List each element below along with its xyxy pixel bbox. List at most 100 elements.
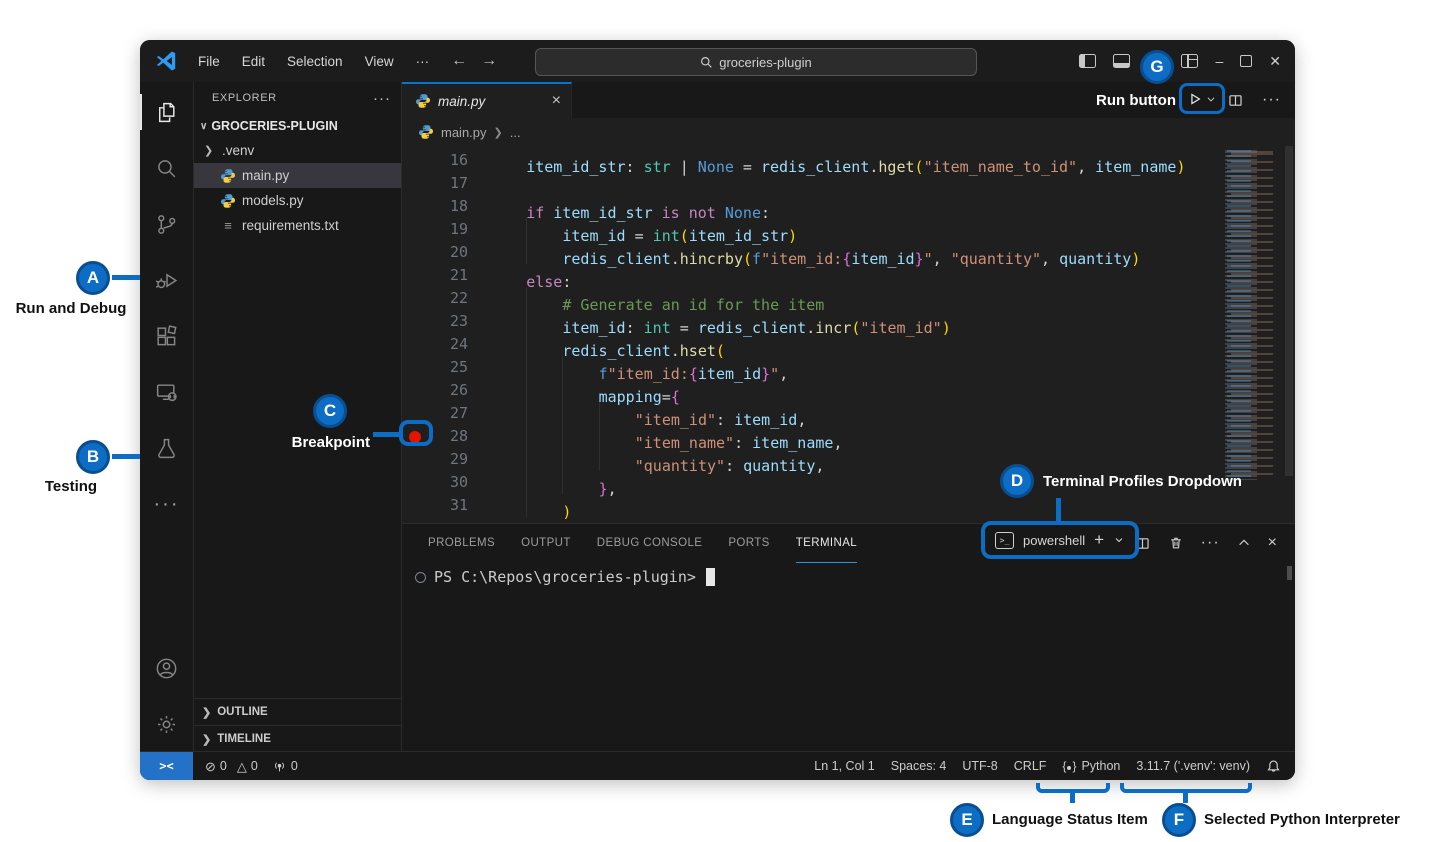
status-ln-1-col-1[interactable]: Ln 1, Col 1 xyxy=(814,759,874,773)
activity-accounts-icon[interactable] xyxy=(140,640,193,696)
activity-testing-icon[interactable] xyxy=(140,420,193,476)
explorer-more-actions-icon[interactable]: ··· xyxy=(373,90,391,107)
code-editor[interactable]: 16item_id_str: str | None = redis_client… xyxy=(402,146,1295,523)
minimap[interactable] xyxy=(1221,146,1283,523)
glyph-margin[interactable] xyxy=(402,333,428,356)
terminal[interactable]: PS C:\Repos\groceries-plugin> xyxy=(415,568,715,586)
run-button[interactable] xyxy=(1179,83,1225,114)
command-center-search[interactable]: groceries-plugin xyxy=(535,48,977,76)
line-number: 30 xyxy=(428,471,468,494)
glyph-margin[interactable] xyxy=(402,448,428,471)
glyph-margin[interactable] xyxy=(402,172,428,195)
activity-additional-views-icon[interactable]: ··· xyxy=(140,476,193,532)
activity-source-control-icon[interactable] xyxy=(140,196,193,252)
menu-file[interactable]: File xyxy=(190,51,228,72)
line-content: if item_id_str is not None: xyxy=(468,195,770,218)
panel-tab-terminal[interactable]: TERMINAL xyxy=(796,524,857,563)
problems-status[interactable]: ⊘ 0 △ 0 xyxy=(205,759,258,773)
terminal-scrollbar[interactable] xyxy=(1287,566,1292,580)
code-line-27[interactable]: 27"item_id": item_id, xyxy=(402,402,1221,425)
panel-tab-debug-console[interactable]: DEBUG CONSOLE xyxy=(597,524,703,563)
split-editor-icon[interactable] xyxy=(1227,92,1244,109)
activity-remote-explorer-icon[interactable] xyxy=(140,364,193,420)
code-line-22[interactable]: 22# Generate an id for the item xyxy=(402,287,1221,310)
editor-more-actions-icon[interactable]: ··· xyxy=(1262,91,1281,109)
file-requirements-txt[interactable]: ≡requirements.txt xyxy=(194,213,401,238)
code-line-18[interactable]: 18if item_id_str is not None: xyxy=(402,195,1221,218)
glyph-margin[interactable] xyxy=(402,379,428,402)
section-timeline[interactable]: ❯TIMELINE xyxy=(194,725,401,752)
menu-selection[interactable]: Selection xyxy=(279,51,351,72)
activity-manage-icon[interactable] xyxy=(140,696,193,752)
profiles-chevron-down-icon[interactable] xyxy=(1113,534,1125,546)
glyph-margin[interactable] xyxy=(402,287,428,310)
glyph-margin[interactable] xyxy=(402,195,428,218)
glyph-margin[interactable] xyxy=(402,471,428,494)
status-crlf[interactable]: CRLF xyxy=(1014,759,1047,773)
tab-label: main.py xyxy=(438,94,485,109)
code-line-31[interactable]: 31) xyxy=(402,494,1221,517)
close-panel-icon[interactable]: × xyxy=(1268,534,1277,552)
menu-view[interactable]: View xyxy=(357,51,402,72)
workspace-root-folder[interactable]: ∨ GROCERIES-PLUGIN xyxy=(194,114,401,138)
kill-terminal-trash-icon[interactable] xyxy=(1168,535,1184,551)
run-chevron-down-icon[interactable] xyxy=(1206,94,1216,104)
editor-scrollbar[interactable] xyxy=(1283,146,1295,523)
back-arrow-icon[interactable]: ← xyxy=(451,52,467,70)
code-line-26[interactable]: 26mapping={ xyxy=(402,379,1221,402)
remote-indicator[interactable]: >< xyxy=(140,752,193,780)
glyph-margin[interactable] xyxy=(402,264,428,287)
new-terminal-plus-icon[interactable]: + xyxy=(1094,530,1104,550)
status-spaces-4[interactable]: Spaces: 4 xyxy=(891,759,947,773)
glyph-margin[interactable] xyxy=(402,218,428,241)
code-line-20[interactable]: 20redis_client.hincrby(f"item_id:{item_i… xyxy=(402,241,1221,264)
close-window-icon[interactable]: ✕ xyxy=(1269,54,1281,68)
toggle-primary-sidebar-icon[interactable] xyxy=(1079,54,1096,68)
section-outline[interactable]: ❯OUTLINE xyxy=(194,698,401,725)
callout-a-line xyxy=(112,275,140,280)
minimize-icon[interactable]: – xyxy=(1215,54,1223,68)
panel-more-actions-icon[interactable]: ··· xyxy=(1201,534,1220,552)
status-utf-8[interactable]: UTF-8 xyxy=(962,759,997,773)
code-line-23[interactable]: 23item_id: int = redis_client.incr("item… xyxy=(402,310,1221,333)
menu-[interactable]: ··· xyxy=(408,51,438,72)
activity-run-and-debug-icon[interactable] xyxy=(140,252,193,308)
file-models-py[interactable]: models.py xyxy=(194,188,401,213)
window-controls: – ✕ xyxy=(1079,40,1281,82)
line-content: item_id = int(item_id_str) xyxy=(468,218,797,241)
forward-arrow-icon[interactable]: → xyxy=(481,52,497,70)
python-interpreter-item[interactable]: 3.11.7 ('.venv': venv) xyxy=(1136,759,1250,773)
code-line-29[interactable]: 29"quantity": quantity, xyxy=(402,448,1221,471)
file--venv[interactable]: ❯.venv xyxy=(194,138,401,163)
panel-tab-output[interactable]: OUTPUT xyxy=(521,524,571,563)
breadcrumb[interactable]: main.py ❯ ... xyxy=(402,118,1295,146)
panel-tab-ports[interactable]: PORTS xyxy=(728,524,769,563)
menu-edit[interactable]: Edit xyxy=(234,51,273,72)
glyph-margin[interactable] xyxy=(402,241,428,264)
code-line-25[interactable]: 25f"item_id:{item_id}", xyxy=(402,356,1221,379)
bottom-panel: PROBLEMS OUTPUT DEBUG CONSOLE PORTS TERMINAL… xyxy=(402,523,1295,752)
activity-search-icon[interactable] xyxy=(140,140,193,196)
file-main-py[interactable]: main.py xyxy=(194,163,401,188)
maximize-icon[interactable] xyxy=(1240,55,1252,67)
glyph-margin[interactable] xyxy=(402,149,428,172)
close-tab-icon[interactable]: × xyxy=(552,92,561,110)
glyph-margin[interactable] xyxy=(402,310,428,333)
activity-extensions-icon[interactable] xyxy=(140,308,193,364)
glyph-margin[interactable] xyxy=(402,356,428,379)
language-status-item[interactable]: {} Python xyxy=(1062,759,1120,773)
code-line-19[interactable]: 19item_id = int(item_id_str) xyxy=(402,218,1221,241)
tab-main-py[interactable]: main.py × xyxy=(402,82,572,118)
notifications-bell-icon[interactable] xyxy=(1266,759,1281,774)
maximize-panel-chevron-up-icon[interactable] xyxy=(1237,536,1251,550)
terminal-profile-dropdown[interactable]: >_ powershell + xyxy=(981,521,1139,559)
panel-tab-problems[interactable]: PROBLEMS xyxy=(428,524,495,563)
code-line-28[interactable]: 28"item_name": item_name, xyxy=(402,425,1221,448)
run-play-icon[interactable] xyxy=(1188,92,1202,106)
activity-explorer-icon[interactable] xyxy=(140,84,193,140)
code-line-16[interactable]: 16item_id_str: str | None = redis_client… xyxy=(402,149,1221,172)
ports-status[interactable]: 0 xyxy=(272,759,298,773)
customize-layout-icon[interactable] xyxy=(1181,54,1198,68)
glyph-margin[interactable] xyxy=(402,494,428,517)
toggle-panel-icon[interactable] xyxy=(1113,54,1130,68)
